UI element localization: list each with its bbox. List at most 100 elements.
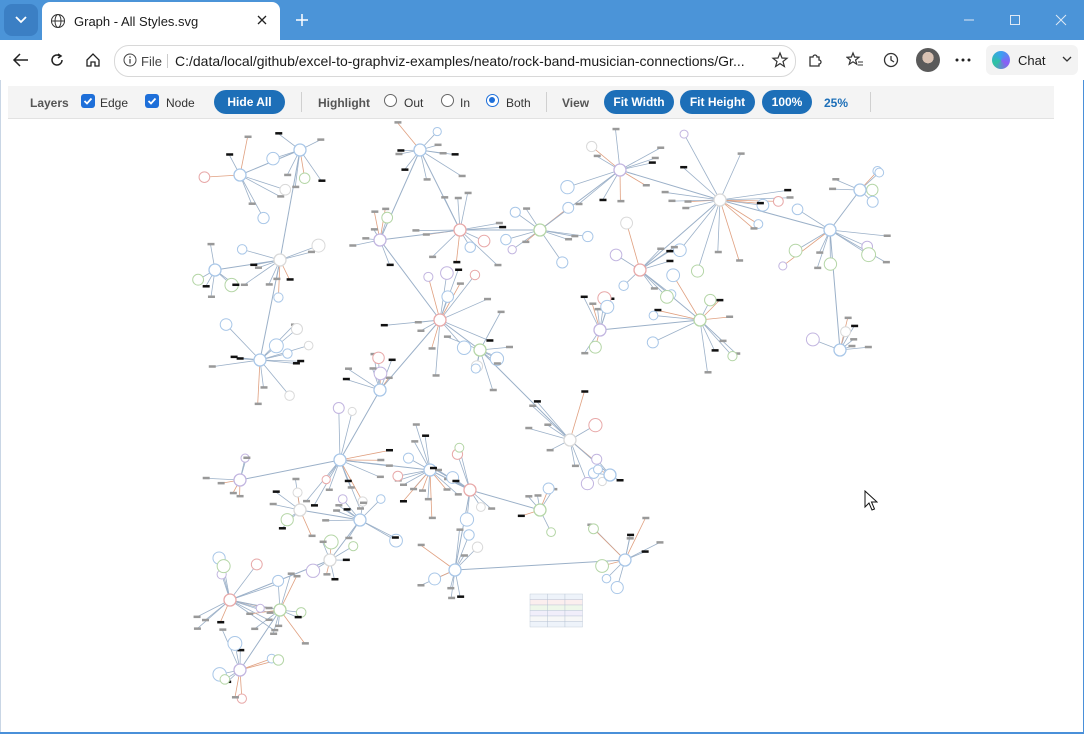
- graph-node[interactable]: [457, 595, 465, 598]
- graph-node[interactable]: [575, 202, 583, 206]
- graph-node[interactable]: [321, 475, 331, 485]
- graph-hub-node[interactable]: [273, 603, 287, 617]
- graph-node[interactable]: [229, 491, 237, 495]
- graph-node[interactable]: [560, 179, 575, 195]
- graph-hub-node[interactable]: [208, 263, 222, 277]
- graph-node[interactable]: [294, 615, 302, 619]
- graph-node[interactable]: [581, 390, 589, 393]
- graph-hub-node[interactable]: [413, 143, 427, 157]
- graph-node[interactable]: [217, 481, 225, 485]
- graph-node[interactable]: [786, 196, 794, 199]
- graph-node[interactable]: [207, 295, 215, 298]
- graph-hub-node[interactable]: [823, 223, 837, 237]
- graph-node[interactable]: [627, 533, 635, 537]
- graph-node[interactable]: [428, 347, 436, 350]
- graph-node[interactable]: [275, 624, 283, 628]
- graph-node[interactable]: [265, 283, 273, 286]
- graph-node[interactable]: [295, 607, 307, 618]
- graph-node[interactable]: [778, 261, 788, 271]
- graph-node[interactable]: [345, 367, 353, 370]
- graph-node[interactable]: [356, 507, 364, 510]
- graph-node[interactable]: [456, 340, 472, 355]
- graph-node[interactable]: [494, 263, 502, 267]
- graph-node[interactable]: [372, 351, 385, 365]
- graph-node[interactable]: [376, 475, 384, 479]
- graph-node[interactable]: [376, 494, 386, 504]
- graph-node[interactable]: [661, 190, 669, 194]
- graph-node[interactable]: [255, 603, 265, 613]
- graph-node[interactable]: [248, 202, 256, 205]
- graph-node[interactable]: [784, 188, 792, 192]
- graph-node[interactable]: [660, 290, 674, 304]
- graph-node[interactable]: [272, 490, 280, 493]
- graph-node[interactable]: [226, 153, 234, 156]
- graph-node[interactable]: [349, 244, 357, 247]
- graph-node[interactable]: [399, 500, 407, 503]
- graph-node[interactable]: [297, 359, 305, 363]
- graph-node[interactable]: [254, 266, 262, 269]
- graph-node[interactable]: [272, 574, 285, 587]
- graph-node[interactable]: [240, 283, 248, 287]
- graph-hub-node[interactable]: [603, 468, 617, 482]
- graph-node[interactable]: [460, 554, 468, 557]
- graph-node[interactable]: [392, 470, 404, 482]
- graph-node[interactable]: [601, 573, 612, 584]
- graph-node[interactable]: [646, 336, 659, 349]
- graph-node[interactable]: [332, 402, 345, 414]
- graph-node[interactable]: [287, 572, 295, 575]
- graph-node[interactable]: [458, 174, 466, 178]
- graph-node[interactable]: [286, 278, 294, 281]
- graph-node[interactable]: [848, 344, 856, 348]
- graph-node[interactable]: [756, 201, 764, 205]
- graph-hub-node[interactable]: [613, 163, 627, 177]
- graph-hub-node[interactable]: [833, 343, 847, 357]
- graph-node[interactable]: [788, 243, 803, 258]
- graph-node[interactable]: [562, 201, 575, 214]
- graph-node[interactable]: [642, 184, 650, 187]
- graph-node[interactable]: [580, 295, 588, 299]
- graph-node[interactable]: [432, 126, 442, 137]
- graph-hub-node[interactable]: [373, 233, 387, 247]
- graph-hub-node[interactable]: [593, 323, 607, 337]
- graph-node[interactable]: [236, 494, 244, 498]
- graph-node[interactable]: [280, 513, 294, 527]
- graph-node[interactable]: [270, 632, 278, 636]
- graph-node[interactable]: [217, 620, 225, 624]
- graph-node[interactable]: [844, 316, 852, 320]
- graph-hub-node[interactable]: [853, 183, 867, 197]
- graph-node[interactable]: [370, 228, 378, 231]
- graph-node[interactable]: [443, 488, 451, 491]
- graph-node[interactable]: [657, 146, 665, 149]
- graph-node[interactable]: [308, 534, 316, 538]
- graph-node[interactable]: [509, 206, 521, 218]
- graph-hub-node[interactable]: [453, 223, 467, 237]
- graph-node[interactable]: [666, 268, 681, 283]
- graph-node[interactable]: [293, 574, 301, 578]
- graph-node[interactable]: [595, 559, 609, 573]
- graph-node[interactable]: [454, 493, 462, 496]
- graph-node[interactable]: [650, 287, 658, 290]
- graph-node[interactable]: [254, 402, 262, 406]
- graph-node[interactable]: [666, 259, 674, 263]
- fit-width-button[interactable]: Fit Width: [604, 90, 674, 114]
- graph-node[interactable]: [369, 367, 377, 370]
- graph-node[interactable]: [500, 233, 512, 246]
- graph-node[interactable]: [412, 423, 420, 426]
- graph-node[interactable]: [556, 256, 569, 269]
- graph-node[interactable]: [522, 240, 530, 244]
- graph-node[interactable]: [448, 596, 456, 600]
- graph-node[interactable]: [337, 494, 348, 504]
- graph-node[interactable]: [292, 185, 300, 189]
- graph-node[interactable]: [716, 298, 724, 302]
- graph-node[interactable]: [654, 308, 662, 312]
- graph-node[interactable]: [347, 406, 357, 416]
- hide-all-button[interactable]: Hide All: [214, 90, 285, 114]
- graph-hub-node[interactable]: [233, 473, 247, 487]
- graph-node[interactable]: [231, 696, 239, 699]
- graph-node[interactable]: [303, 499, 311, 503]
- graph-node[interactable]: [290, 322, 303, 336]
- graph-node[interactable]: [534, 494, 542, 497]
- graph-node[interactable]: [618, 280, 629, 291]
- graph-node[interactable]: [668, 199, 676, 203]
- graph-node[interactable]: [292, 362, 300, 365]
